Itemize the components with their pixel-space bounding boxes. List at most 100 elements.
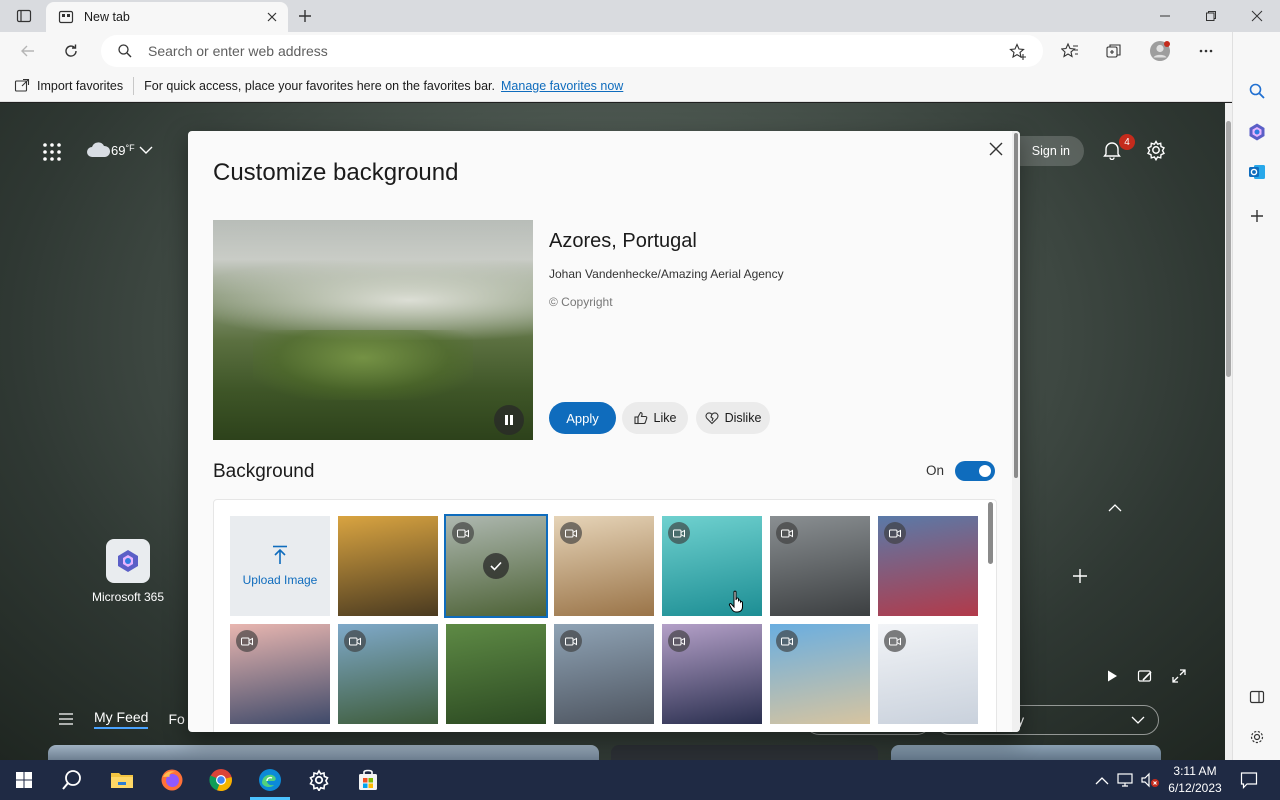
background-thumbnail-forest-path[interactable]	[446, 624, 546, 724]
manage-favorites-link[interactable]: Manage favorites now	[501, 79, 623, 93]
windows-taskbar: 3:11 AM 6/12/2023	[0, 760, 1280, 800]
more-options-icon[interactable]	[1191, 36, 1221, 66]
background-thumbnail-water-droplet[interactable]	[662, 516, 762, 616]
favorites-icon[interactable]	[1055, 36, 1085, 66]
microsoft-365-shortcut[interactable]	[106, 539, 150, 583]
minimize-icon[interactable]	[1142, 0, 1188, 32]
back-arrow-icon[interactable]	[13, 36, 43, 66]
import-favorites-button[interactable]: Import favorites	[14, 78, 123, 94]
gallery-scrollbar-thumb[interactable]	[988, 502, 993, 564]
feed-tab-my-feed[interactable]: My Feed	[94, 709, 149, 729]
upload-image-button[interactable]: Upload Image	[230, 516, 330, 616]
background-thumbnail-desert-dunes[interactable]	[554, 516, 654, 616]
apply-button[interactable]: Apply	[549, 402, 616, 434]
background-thumbnail-city-river[interactable]	[554, 624, 654, 724]
dialog-title: Customize background	[213, 159, 459, 186]
file-explorer-icon[interactable]	[107, 765, 137, 795]
collections-icon[interactable]	[1099, 36, 1129, 66]
background-thumbnail-beach-shore[interactable]	[770, 624, 870, 724]
video-camera-icon	[236, 630, 258, 652]
background-preview	[213, 220, 533, 440]
tab-new-tab[interactable]: New tab	[46, 2, 288, 32]
background-toggle[interactable]	[955, 461, 995, 481]
gallery-scrollbar[interactable]	[988, 502, 993, 732]
sidebar-m365-icon[interactable]	[1242, 117, 1272, 147]
refresh-icon[interactable]	[56, 36, 86, 66]
video-camera-icon	[452, 522, 474, 544]
add-favorite-star-icon[interactable]	[1009, 43, 1027, 61]
feed-tab-following[interactable]: Fo	[168, 711, 184, 727]
background-thumbnail-coastal-town-dusk[interactable]	[230, 624, 330, 724]
close-window-icon[interactable]	[1234, 0, 1280, 32]
edge-sidebar	[1232, 32, 1280, 760]
add-shortcut-plus-icon[interactable]	[1070, 566, 1090, 586]
feed-card[interactable]	[48, 745, 599, 760]
volume-muted-icon[interactable]	[1136, 765, 1164, 795]
page-settings-gear-icon[interactable]	[1144, 138, 1168, 162]
restore-icon[interactable]	[1188, 0, 1234, 32]
tab-actions-icon[interactable]	[14, 6, 34, 26]
profile-avatar[interactable]	[1145, 36, 1175, 66]
settings-gear-icon[interactable]	[304, 765, 334, 795]
edge-icon[interactable]	[255, 765, 285, 795]
video-camera-icon	[884, 522, 906, 544]
microsoft-store-icon[interactable]	[353, 765, 383, 795]
taskbar-search-icon[interactable]	[57, 765, 87, 795]
video-camera-icon	[668, 630, 690, 652]
app-launcher-icon[interactable]	[40, 140, 64, 164]
feed-card[interactable]	[891, 745, 1161, 760]
weather-widget[interactable]: 69 °F	[85, 141, 153, 159]
firefox-icon[interactable]	[157, 765, 187, 795]
chrome-icon[interactable]	[206, 765, 236, 795]
pause-video-button[interactable]	[494, 405, 524, 435]
page-scrollbar[interactable]	[1225, 103, 1232, 760]
new-tab-plus-icon[interactable]	[295, 6, 315, 26]
dislike-button[interactable]: Dislike	[696, 402, 770, 434]
preview-ridge	[253, 330, 473, 400]
background-edit-icon[interactable]	[1135, 666, 1155, 686]
sidebar-settings-icon[interactable]	[1242, 722, 1272, 752]
tab-title: New tab	[84, 10, 130, 24]
background-thumbnail-mount-fuji-pagoda[interactable]	[878, 516, 978, 616]
favorites-hint: For quick access, place your favorites h…	[144, 78, 496, 93]
microsoft-365-label: Microsoft 365	[91, 590, 165, 604]
video-camera-icon	[776, 630, 798, 652]
background-thumbnail-sea-stacks-sunset[interactable]	[338, 516, 438, 616]
sidebar-add-icon[interactable]	[1242, 201, 1272, 231]
background-thumbnail-mountain-river[interactable]	[338, 624, 438, 724]
clock-date: 6/12/2023	[1168, 781, 1222, 795]
sidebar-hide-icon[interactable]	[1242, 682, 1272, 712]
fullscreen-expand-icon[interactable]	[1169, 666, 1189, 686]
favorites-divider	[133, 76, 135, 95]
background-credit: Johan Vandenhecke/Amazing Aerial Agency	[549, 267, 784, 281]
play-video-icon[interactable]	[1102, 666, 1122, 686]
dialog-scrollbar[interactable]	[1012, 131, 1020, 732]
copyright-link[interactable]: © Copyright	[549, 295, 613, 309]
sidebar-outlook-icon[interactable]	[1242, 157, 1272, 187]
chevron-up-icon[interactable]	[1105, 499, 1125, 515]
dialog-scrollbar-thumb[interactable]	[1014, 133, 1018, 478]
address-bar[interactable]: Search or enter web address	[101, 35, 1043, 67]
background-gallery: Upload Image	[213, 499, 997, 732]
video-camera-icon	[344, 630, 366, 652]
background-thumbnail-abstract-rings[interactable]	[878, 624, 978, 724]
notification-center-icon[interactable]	[1234, 765, 1264, 795]
feed-card[interactable]	[611, 745, 878, 760]
page-scrollbar-thumb[interactable]	[1226, 121, 1231, 377]
sidebar-search-icon[interactable]	[1242, 76, 1272, 106]
background-thumbnail-city-skyline-night[interactable]	[662, 624, 762, 724]
system-clock[interactable]: 3:11 AM 6/12/2023	[1164, 763, 1226, 797]
address-placeholder: Search or enter web address	[148, 43, 328, 59]
background-thumbnail-aerial-highway[interactable]	[770, 516, 870, 616]
video-camera-icon	[560, 630, 582, 652]
video-camera-icon	[776, 522, 798, 544]
feed-menu-icon[interactable]	[58, 713, 74, 725]
title-bar: New tab	[0, 0, 1280, 32]
like-button[interactable]: Like	[622, 402, 688, 434]
background-thumbnail-azores-portugal[interactable]	[444, 514, 548, 618]
pause-icon	[505, 415, 513, 425]
close-dialog-icon[interactable]	[984, 137, 1008, 161]
tab-close-icon[interactable]	[260, 5, 284, 29]
preview-mist	[213, 260, 533, 340]
windows-start-icon[interactable]	[9, 765, 39, 795]
